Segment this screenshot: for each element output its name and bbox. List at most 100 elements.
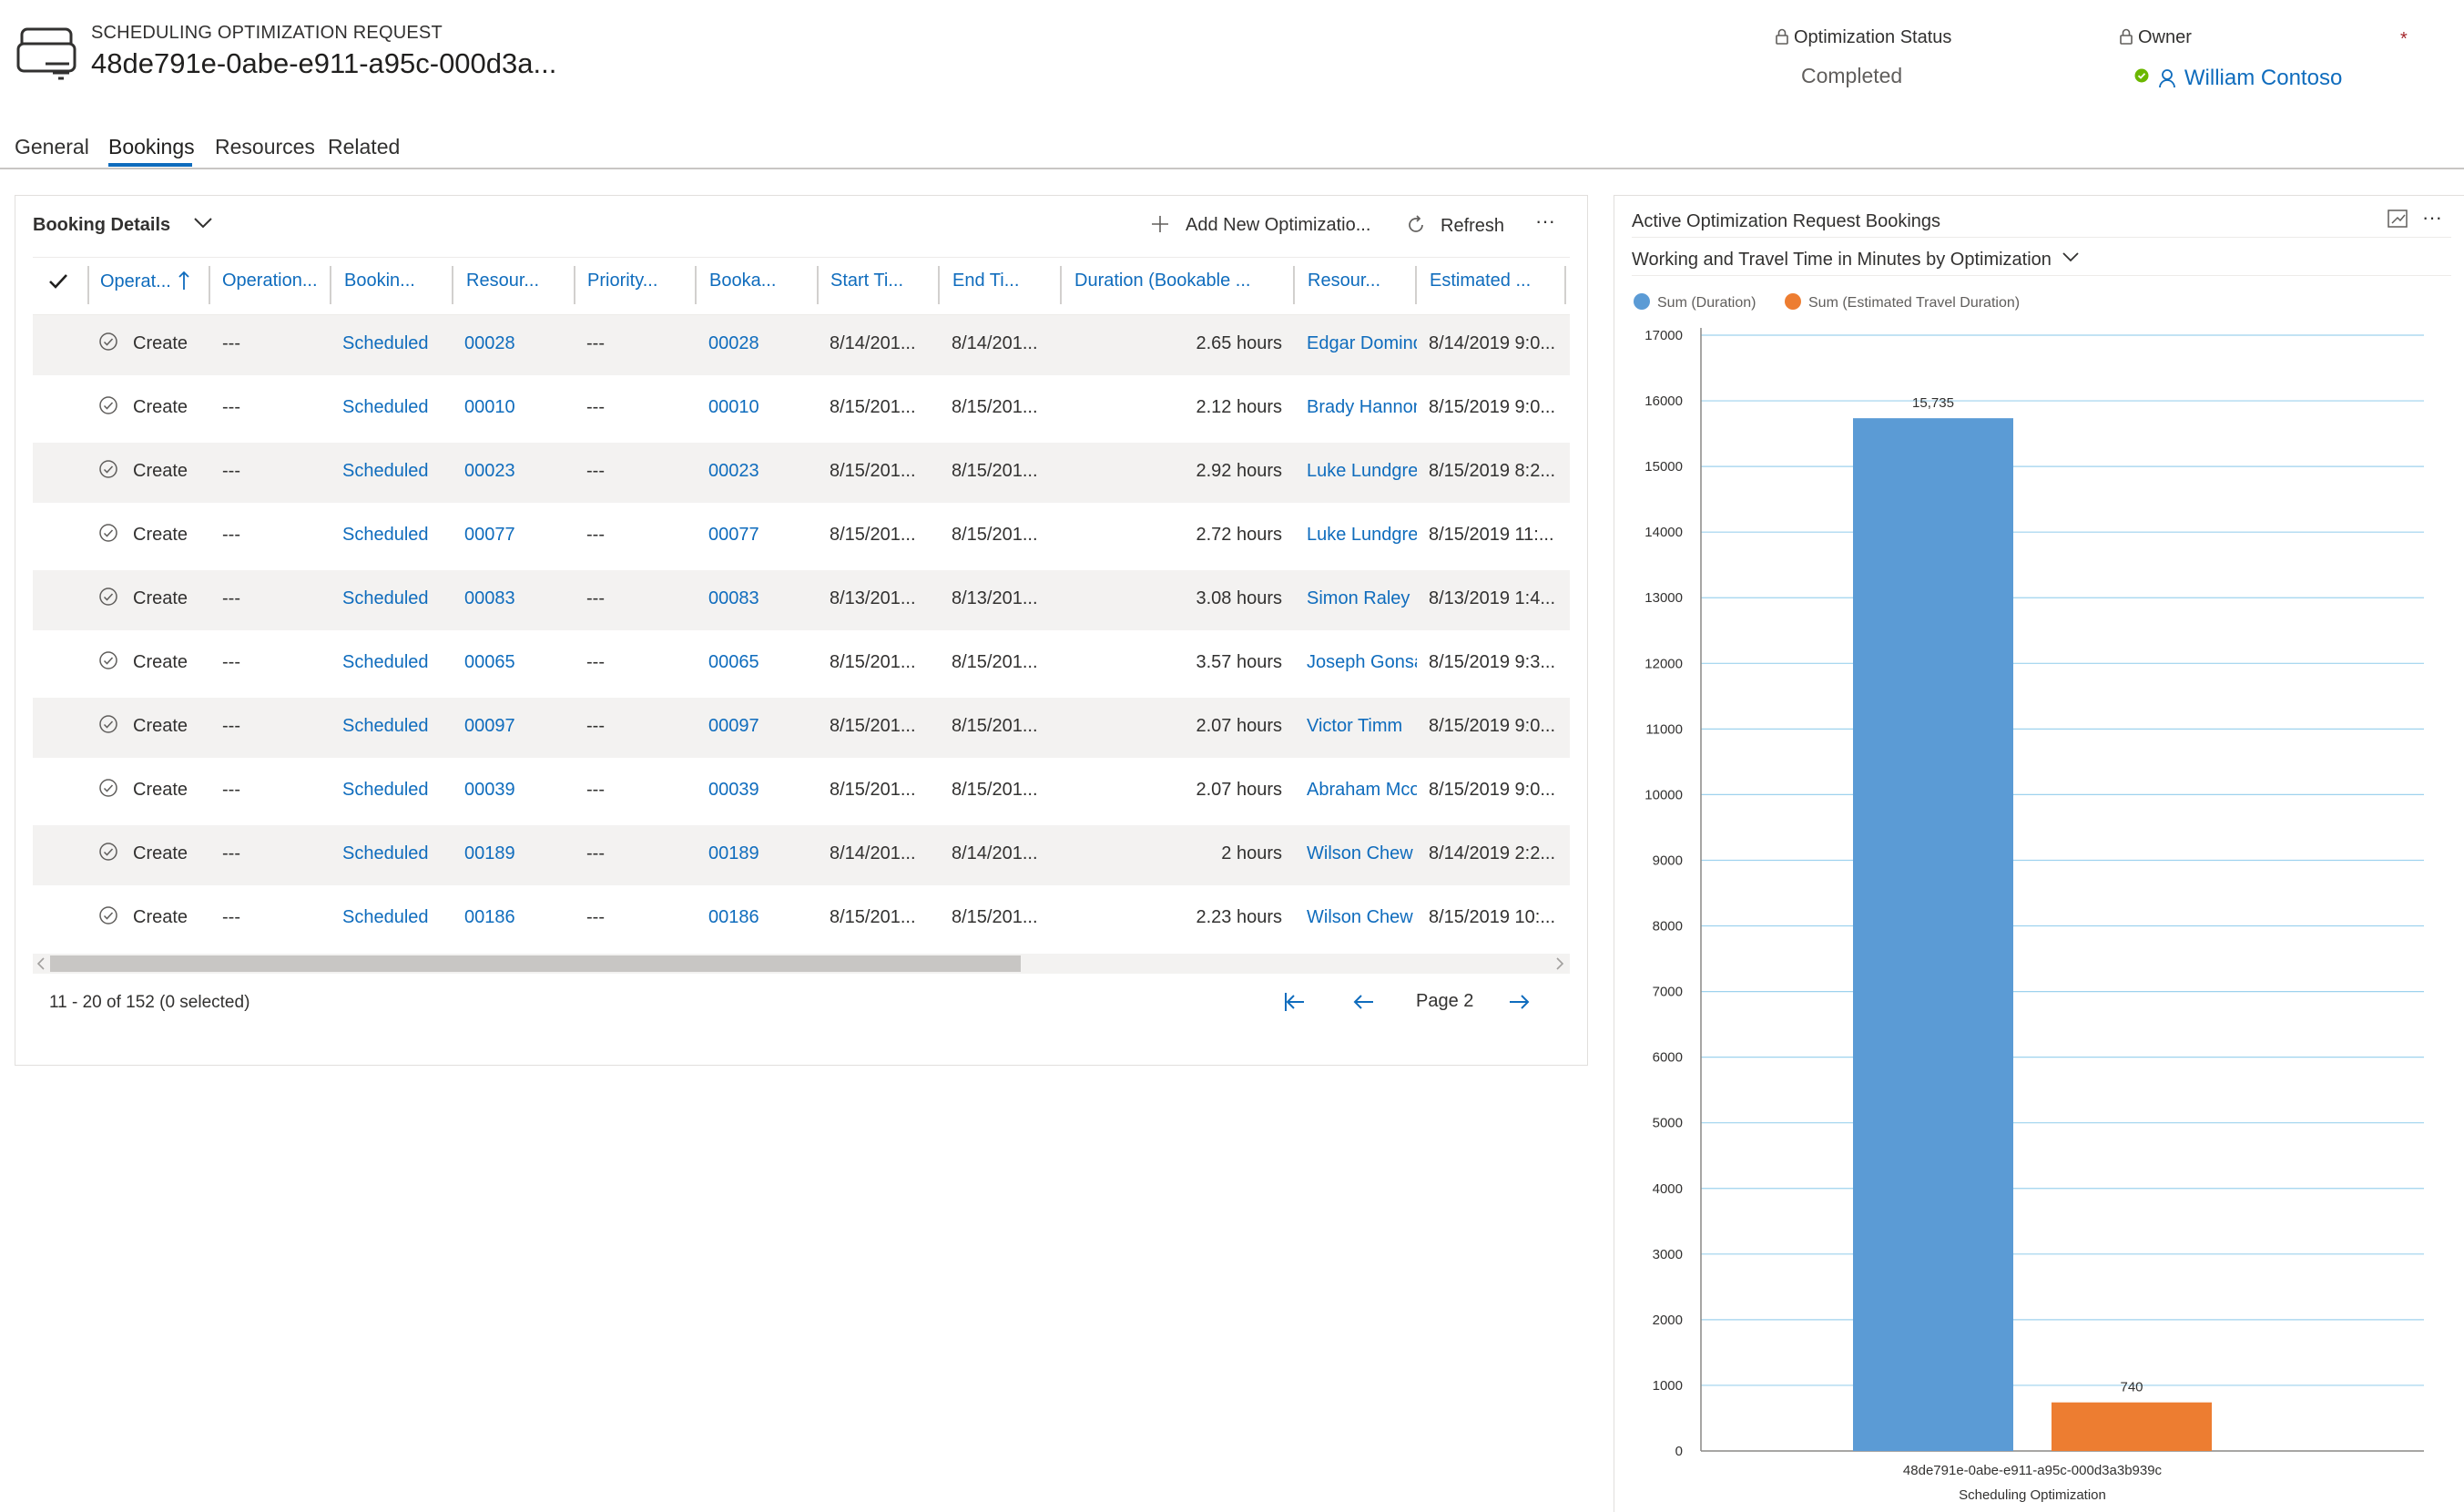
cell-operation-detail: ---	[222, 843, 240, 863]
cell-bookable-resource-link[interactable]: 00010	[708, 397, 799, 418]
owner-field[interactable]: William Contoso	[2134, 66, 2342, 91]
cell-end-time: 8/15/201...	[952, 461, 1038, 481]
legend-swatch-duration	[1634, 293, 1650, 310]
column-header-resource-requirement[interactable]: Resour...	[466, 271, 566, 291]
cell-resource-requirement-link[interactable]: 00077	[464, 525, 555, 546]
scroll-right-icon[interactable]	[1555, 957, 1564, 970]
column-header-booking-status[interactable]: Bookin...	[344, 271, 446, 291]
tab-resources[interactable]: Resources	[215, 135, 315, 159]
column-header-start-time[interactable]: Start Ti...	[830, 271, 932, 291]
scroll-left-icon[interactable]	[36, 957, 46, 970]
cell-resource-link[interactable]: Abraham Mcoı	[1307, 780, 1417, 801]
cell-resource-requirement-link[interactable]: 00186	[464, 907, 555, 928]
cell-resource-link[interactable]: Brady Hannon	[1307, 397, 1417, 418]
y-tick-label: 10000	[1644, 787, 1683, 802]
cell-start-time: 8/15/201...	[830, 397, 916, 417]
column-header-operation-detail[interactable]: Operation...	[222, 271, 326, 291]
cell-booking-status-link[interactable]: Scheduled	[342, 588, 443, 609]
tab-related[interactable]: Related	[328, 135, 400, 159]
cell-bookable-resource-link[interactable]: 00189	[708, 843, 799, 864]
row-status-check-icon[interactable]	[98, 714, 118, 734]
cell-resource-link[interactable]: Victor Timm	[1307, 716, 1417, 737]
cell-resource-requirement-link[interactable]: 00189	[464, 843, 555, 864]
legend-swatch-travel	[1785, 293, 1801, 310]
column-header-operation[interactable]: Operat...	[100, 271, 200, 292]
tab-general[interactable]: General	[15, 135, 89, 159]
cell-priority: ---	[586, 333, 605, 353]
legend-label-duration: Sum (Duration)	[1657, 295, 1756, 311]
cell-bookable-resource-link[interactable]: 00186	[708, 907, 799, 928]
cell-resource-link[interactable]: Wilson Chew	[1307, 843, 1417, 864]
cell-priority: ---	[586, 716, 605, 736]
previous-page-icon[interactable]	[1348, 986, 1380, 1018]
owner-link[interactable]: William Contoso	[2184, 66, 2342, 90]
cell-booking-status-link[interactable]: Scheduled	[342, 780, 443, 801]
cell-resource-requirement-link[interactable]: 00010	[464, 397, 555, 418]
cell-end-time: 8/14/201...	[952, 333, 1038, 353]
row-status-check-icon[interactable]	[98, 587, 118, 607]
cell-operation: Create	[133, 716, 188, 736]
row-status-check-icon[interactable]	[98, 459, 118, 479]
column-header-estimated[interactable]: Estimated ...	[1430, 271, 1548, 291]
select-all-checkmark-icon[interactable]	[47, 271, 69, 292]
legend-label-travel: Sum (Estimated Travel Duration)	[1808, 295, 2021, 311]
cell-resource-requirement-link[interactable]: 00097	[464, 716, 555, 737]
cell-booking-status-link[interactable]: Scheduled	[342, 333, 443, 354]
cell-resource-link[interactable]: Edgar Dominq	[1307, 333, 1417, 354]
column-header-end-time[interactable]: End Ti...	[952, 271, 1054, 291]
view-selector[interactable]: Booking Details	[33, 215, 212, 236]
cell-resource-link[interactable]: Luke Lundgrer	[1307, 461, 1417, 482]
chart-more-button[interactable]: ···	[2422, 206, 2442, 230]
cell-resource-requirement-link[interactable]: 00028	[464, 333, 555, 354]
row-status-check-icon[interactable]	[98, 395, 118, 415]
cell-bookable-resource-link[interactable]: 00028	[708, 333, 799, 354]
cell-resource-link[interactable]: Joseph Gonsal	[1307, 652, 1417, 673]
cell-bookable-resource-link[interactable]: 00039	[708, 780, 799, 801]
cell-bookable-resource-link[interactable]: 00023	[708, 461, 799, 482]
legend-item-travel[interactable]: Sum (Estimated Travel Duration)	[1785, 293, 2020, 312]
row-status-check-icon[interactable]	[98, 332, 118, 352]
row-status-check-icon[interactable]	[98, 650, 118, 670]
horizontal-scrollbar-thumb[interactable]	[50, 955, 1021, 972]
cell-booking-status-link[interactable]: Scheduled	[342, 716, 443, 737]
refresh-label: Refresh	[1441, 216, 1505, 236]
y-tick-label: 17000	[1644, 328, 1683, 343]
cell-booking-status-link[interactable]: Scheduled	[342, 843, 443, 864]
cell-resource-requirement-link[interactable]: 00083	[464, 588, 555, 609]
refresh-button[interactable]: Refresh	[1406, 215, 1504, 237]
cell-resource-requirement-link[interactable]: 00065	[464, 652, 555, 673]
cell-resource-link[interactable]: Wilson Chew	[1307, 907, 1417, 928]
row-status-check-icon[interactable]	[98, 905, 118, 925]
tab-bookings[interactable]: Bookings	[108, 135, 195, 159]
cell-bookable-resource-link[interactable]: 00077	[708, 525, 799, 546]
row-status-check-icon[interactable]	[98, 842, 118, 862]
first-page-icon[interactable]	[1278, 986, 1311, 1018]
cell-booking-status-link[interactable]: Scheduled	[342, 525, 443, 546]
column-header-bookable[interactable]: Booka...	[709, 271, 809, 291]
cell-booking-status-link[interactable]: Scheduled	[342, 907, 443, 928]
cell-resource-link[interactable]: Simon Raley	[1307, 588, 1417, 609]
row-status-check-icon[interactable]	[98, 523, 118, 543]
cell-booking-status-link[interactable]: Scheduled	[342, 652, 443, 673]
column-header-duration[interactable]: Duration (Bookable ...	[1074, 271, 1297, 291]
cell-bookable-resource-link[interactable]: 00097	[708, 716, 799, 737]
chart-view-selector[interactable]: Working and Travel Time in Minutes by Op…	[1632, 250, 2079, 271]
cell-resource-requirement-link[interactable]: 00023	[464, 461, 555, 482]
row-status-check-icon[interactable]	[98, 778, 118, 798]
add-new-optimization-button[interactable]: Add New Optimizatio...	[1151, 215, 1370, 236]
cell-booking-status-link[interactable]: Scheduled	[342, 461, 443, 482]
cell-resource-link[interactable]: Luke Lundgrer	[1307, 525, 1417, 546]
y-tick-label: 7000	[1653, 985, 1683, 1000]
cell-estimated-arrival: 8/15/2019 9:0...	[1429, 397, 1556, 417]
cell-operation-detail: ---	[222, 716, 240, 736]
cell-bookable-resource-link[interactable]: 00065	[708, 652, 799, 673]
column-header-priority[interactable]: Priority...	[587, 271, 689, 291]
cell-bookable-resource-link[interactable]: 00083	[708, 588, 799, 609]
legend-item-duration[interactable]: Sum (Duration)	[1634, 293, 1756, 312]
next-page-icon[interactable]	[1502, 986, 1535, 1018]
more-commands-button[interactable]: ···	[1535, 209, 1555, 233]
cell-booking-status-link[interactable]: Scheduled	[342, 397, 443, 418]
cell-resource-requirement-link[interactable]: 00039	[464, 780, 555, 801]
column-header-resource[interactable]: Resour...	[1308, 271, 1410, 291]
expand-chart-icon[interactable]	[2388, 209, 2408, 228]
